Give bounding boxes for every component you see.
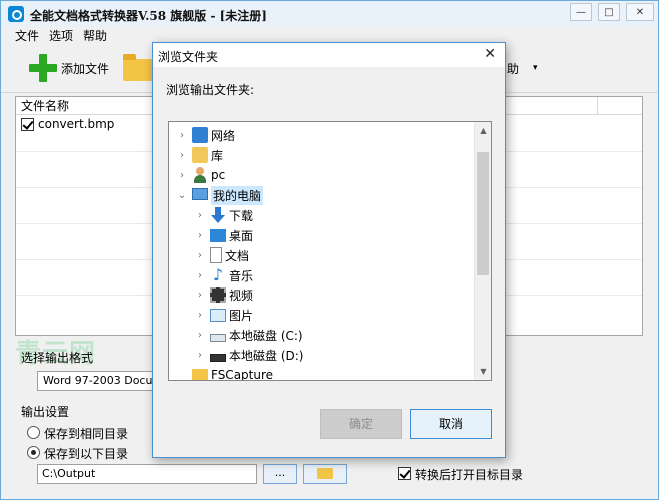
menu-help[interactable]: 帮助 (83, 27, 107, 45)
output-format-select[interactable]: Word 97-2003 Documen (37, 371, 155, 391)
app-icon (8, 6, 24, 22)
desktop-icon (210, 228, 226, 242)
menu-file[interactable]: 文件 (15, 27, 39, 45)
menu-options[interactable]: 选项 (49, 27, 73, 45)
dialog-prompt: 浏览输出文件夹: (166, 83, 255, 97)
folder-tree[interactable]: FSCapture › 本地磁盘 (D:) › 本地磁盘 (C:) › 图片 › 视频 › ♪ 音乐 ›… (168, 121, 492, 381)
open-after-checkbox[interactable] (398, 467, 411, 480)
chevron-right-icon[interactable]: › (175, 150, 189, 161)
file-name: convert.bmp (38, 117, 115, 131)
dialog-title: 浏览文件夹 (158, 50, 219, 64)
same-dir-label[interactable]: 保存到相同目录 (44, 425, 128, 442)
tree-item[interactable]: › 本地磁盘 (D:) (193, 345, 303, 365)
plus-icon (29, 54, 57, 82)
add-file-label: 添加文件 (61, 61, 110, 76)
open-folder-button[interactable] (303, 464, 347, 484)
library-icon (192, 147, 208, 163)
disk-c-icon (210, 334, 226, 342)
network-icon (192, 127, 208, 143)
folder-icon (123, 54, 153, 81)
help-button[interactable]: 助 ▾ (507, 51, 538, 85)
music-icon: ♪ (212, 265, 224, 284)
below-dir-label[interactable]: 保存到以下目录 (44, 445, 128, 462)
window-title: 全能文档格式转换器V.58 旗舰版 - [未注册] (30, 9, 267, 23)
chevron-right-icon[interactable]: › (193, 310, 207, 321)
picture-icon (210, 308, 226, 322)
tree-scrollbar[interactable]: ▲ ▼ (474, 122, 491, 380)
scroll-down-icon[interactable]: ▼ (475, 363, 491, 380)
dialog-close-button[interactable]: ✕ (484, 46, 496, 62)
tree-item-label: 文档 (225, 248, 250, 263)
tree-item[interactable]: › ♪ 音乐 (193, 265, 253, 285)
tree-item[interactable]: › 桌面 (193, 225, 253, 245)
tree-item-label: 桌面 (229, 228, 254, 243)
folder-icon (192, 369, 208, 380)
tree-item-label: 视频 (229, 288, 254, 303)
tree-item[interactable]: FSCapture (175, 365, 274, 381)
chevron-right-icon[interactable]: › (193, 270, 207, 281)
chevron-down-icon[interactable]: ▾ (533, 63, 538, 73)
scroll-up-icon[interactable]: ▲ (475, 122, 491, 139)
video-icon (210, 287, 226, 303)
tree-item[interactable]: › pc (175, 165, 225, 185)
tree-item[interactable]: › 文档 (193, 245, 249, 265)
output-path-input[interactable]: C:\Output (37, 464, 257, 484)
tree-item[interactable]: › 下载 (193, 205, 253, 225)
add-file-button[interactable]: 添加文件 (29, 51, 109, 85)
open-after-label[interactable]: 转换后打开目标目录 (415, 466, 523, 483)
column-header-3[interactable] (598, 97, 642, 115)
download-icon (210, 207, 226, 223)
maximize-button[interactable]: □ (598, 3, 620, 21)
output-settings-label: 输出设置 (21, 405, 70, 419)
tree-item-label: 音乐 (229, 268, 254, 283)
tree-item-label: 我的电脑 (211, 185, 264, 205)
browse-folder-dialog: 浏览文件夹 ✕ 浏览输出文件夹: FSCapture › 本地磁盘 (D:) › 本地磁… (152, 42, 506, 458)
document-icon (210, 247, 222, 263)
chevron-right-icon[interactable]: › (175, 130, 189, 141)
close-button[interactable]: ✕ (626, 3, 654, 21)
browse-button[interactable]: ... (263, 464, 297, 484)
add-folder-button[interactable] (123, 51, 153, 85)
tree-item[interactable]: › 网络 (175, 125, 235, 145)
chevron-right-icon[interactable]: › (193, 210, 207, 221)
chevron-right-icon[interactable]: › (193, 290, 207, 301)
tree-item-label: 库 (211, 148, 224, 163)
tree-item[interactable]: › 本地磁盘 (C:) (193, 325, 303, 345)
column-header-2[interactable] (510, 97, 598, 115)
tree-item-label: 图片 (229, 308, 254, 323)
title-bar: 全能文档格式转换器V.58 旗舰版 - [未注册] — □ ✕ (1, 1, 658, 27)
file-checkbox[interactable] (21, 117, 34, 131)
dialog-title-bar: 浏览文件夹 ✕ (153, 43, 505, 67)
tree-item-label: pc (211, 168, 226, 182)
column-header-filename[interactable]: 文件名称 (16, 97, 156, 115)
chevron-right-icon[interactable]: › (193, 230, 207, 241)
tree-item[interactable]: › 库 (175, 145, 223, 165)
same-dir-radio[interactable] (27, 426, 40, 439)
computer-icon (192, 188, 208, 200)
tree-item-label: 本地磁盘 (D:) (229, 348, 304, 363)
menu-bar: 文件 选项 帮助 (1, 27, 107, 45)
chevron-right-icon[interactable]: › (175, 170, 189, 181)
chevron-right-icon[interactable]: › (193, 250, 207, 261)
folder-icon (317, 468, 333, 479)
output-format-label: 选择输出格式 (21, 351, 94, 365)
tree-item-label: 下载 (229, 208, 254, 223)
tree-item[interactable]: › 视频 (193, 285, 253, 305)
scroll-thumb[interactable] (477, 152, 489, 275)
minimize-button[interactable]: — (570, 3, 592, 21)
ok-button[interactable]: 确定 (320, 409, 402, 439)
cancel-button[interactable]: 取消 (410, 409, 492, 439)
tree-item[interactable]: ⌄ 我的电脑 (175, 185, 264, 205)
chevron-right-icon[interactable]: › (193, 350, 207, 361)
below-dir-radio[interactable] (27, 446, 40, 459)
disk-d-icon (210, 354, 226, 362)
tree-item-label: 本地磁盘 (C:) (229, 328, 303, 343)
user-icon (192, 167, 208, 183)
chevron-right-icon[interactable]: › (193, 330, 207, 341)
tree-item-label: 网络 (211, 128, 236, 143)
tree-item[interactable]: › 图片 (193, 305, 253, 325)
chevron-down-icon[interactable]: ⌄ (175, 190, 189, 201)
tree-item-label: FSCapture (211, 368, 274, 381)
help-label: 助 (507, 61, 520, 76)
